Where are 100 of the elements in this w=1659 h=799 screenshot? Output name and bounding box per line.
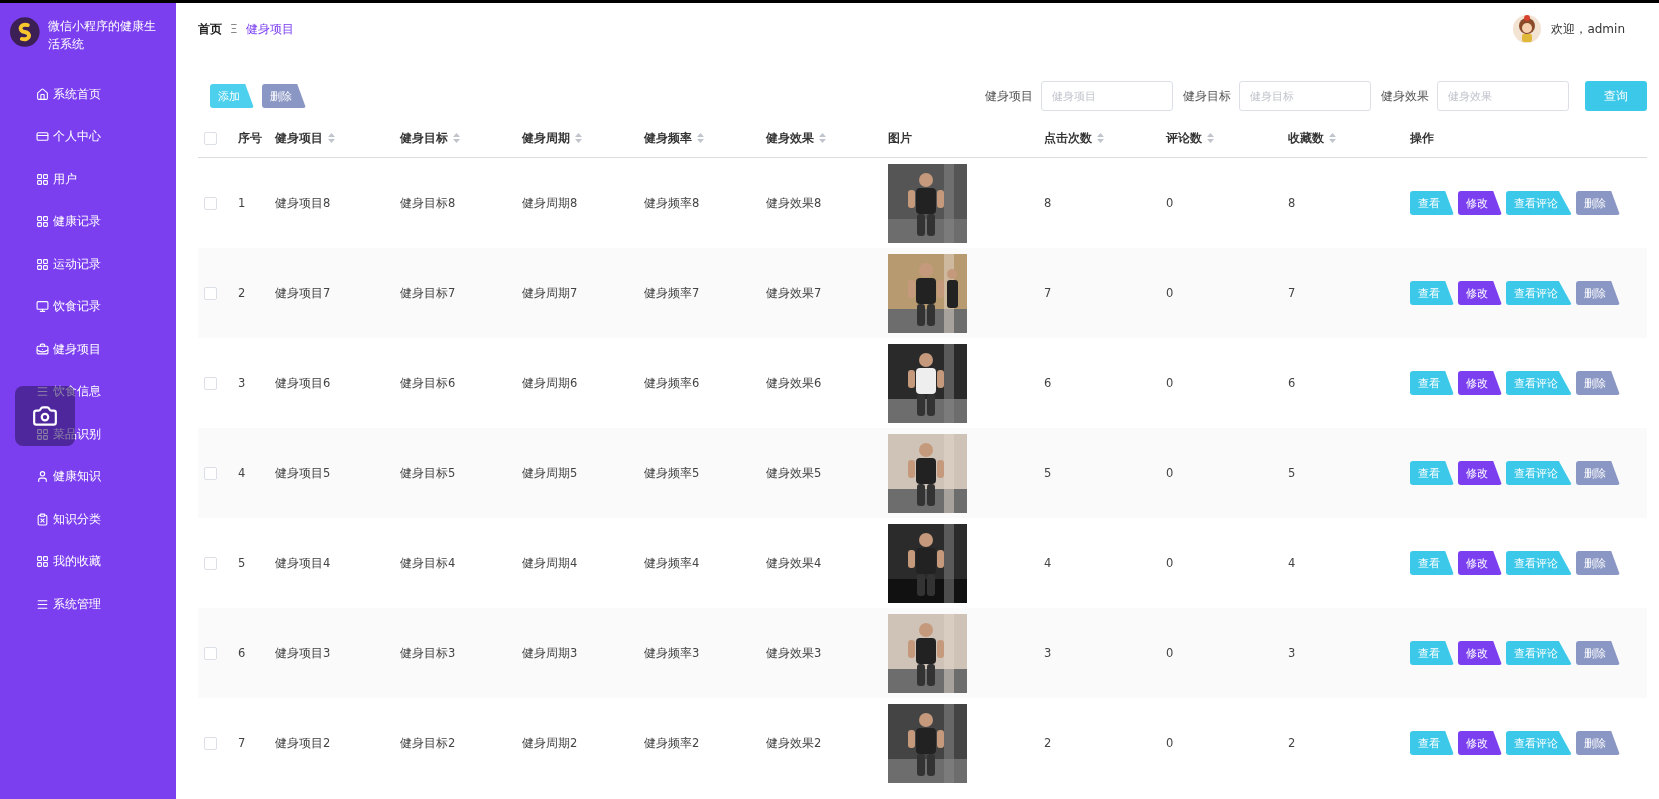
sidebar-item[interactable]: 健康知识 <box>0 455 176 498</box>
delete-button[interactable]: 删除 <box>1576 551 1620 575</box>
sidebar-item[interactable]: 用户 <box>0 158 176 201</box>
edit-button[interactable]: 修改 <box>1458 551 1502 575</box>
view-button[interactable]: 查看 <box>1410 281 1454 305</box>
sidebar-item[interactable]: 系统管理 <box>0 583 176 626</box>
table-cell: 健身周期4 <box>522 555 578 570</box>
delete-button[interactable]: 删除 <box>1576 281 1620 305</box>
table-cell: 健身项目8 <box>275 195 331 210</box>
view-button[interactable]: 查看评论 <box>1506 371 1572 395</box>
table-cell: 2 <box>1044 736 1052 750</box>
table-cell: 健身目标7 <box>400 285 456 300</box>
sidebar-item[interactable]: 饮食信息 <box>0 370 176 413</box>
view-button[interactable]: 查看 <box>1410 731 1454 755</box>
edit-button[interactable]: 修改 <box>1458 281 1502 305</box>
delete-button[interactable]: 删除 <box>262 84 306 108</box>
view-button[interactable]: 查看 <box>1410 461 1454 485</box>
delete-button[interactable]: 删除 <box>1576 641 1620 665</box>
table-cell: 健身目标4 <box>400 555 456 570</box>
sidebar-item[interactable]: 健康记录 <box>0 200 176 243</box>
edit-button[interactable]: 修改 <box>1458 731 1502 755</box>
sidebar-item[interactable]: 我的收藏 <box>0 540 176 583</box>
table-cell: 3 <box>1044 646 1052 660</box>
edit-button[interactable]: 修改 <box>1458 461 1502 485</box>
view-button[interactable]: 查看 <box>1410 641 1454 665</box>
table-cell: 8 <box>1288 196 1296 210</box>
table-cell: 健身效果4 <box>766 555 822 570</box>
table-cell: 4 <box>1288 556 1296 570</box>
table-cell: 7 <box>1044 286 1052 300</box>
grid-icon <box>36 427 49 441</box>
edit-button[interactable]: 修改 <box>1458 371 1502 395</box>
table-cell: 健身频率7 <box>644 285 700 300</box>
search-button[interactable]: 查询 <box>1585 81 1647 111</box>
table-cell: 健身频率3 <box>644 645 700 660</box>
view-button[interactable]: 查看评论 <box>1506 191 1572 215</box>
table-cell: 健身目标2 <box>400 735 456 750</box>
table-cell: 健身项目3 <box>275 645 331 660</box>
card-icon <box>36 130 49 144</box>
table-cell: 6 <box>238 646 246 660</box>
view-button[interactable]: 查看评论 <box>1506 641 1572 665</box>
row-checkbox[interactable] <box>204 196 217 210</box>
table-cell: 健身项目2 <box>275 735 331 750</box>
delete-button[interactable]: 删除 <box>1576 191 1620 215</box>
sidebar-item[interactable]: 饮食记录 <box>0 285 176 328</box>
sidebar-item[interactable]: 系统首页 <box>0 73 176 116</box>
grid-icon <box>36 215 49 229</box>
row-checkbox[interactable] <box>204 556 217 570</box>
breadcrumb-separator: Ξ <box>230 22 238 36</box>
add-button[interactable]: 添加 <box>210 84 254 108</box>
breadcrumb-link[interactable]: 首页 <box>198 20 222 38</box>
view-button[interactable]: 查看评论 <box>1506 551 1572 575</box>
select-all-checkbox[interactable] <box>204 131 217 145</box>
sidebar-item[interactable]: 运动记录 <box>0 243 176 286</box>
row-checkbox[interactable] <box>204 286 217 300</box>
view-button[interactable]: 查看评论 <box>1506 731 1572 755</box>
sidebar-item[interactable]: 健身项目 <box>0 328 176 371</box>
column-header: 健身周期 <box>522 130 570 146</box>
sidebar-item[interactable]: 个人中心 <box>0 115 176 158</box>
sort-icon[interactable] <box>819 133 826 143</box>
user-icon <box>36 470 49 484</box>
edit-button[interactable]: 修改 <box>1458 191 1502 215</box>
sidebar-item[interactable]: 知识分类 <box>0 498 176 541</box>
sort-icon[interactable] <box>575 133 582 143</box>
monitor-icon <box>36 300 49 314</box>
sort-icon[interactable] <box>1097 133 1104 143</box>
view-button[interactable]: 查看 <box>1410 551 1454 575</box>
view-button[interactable]: 查看评论 <box>1506 461 1572 485</box>
delete-button[interactable]: 删除 <box>1576 371 1620 395</box>
table-cell: 0 <box>1166 466 1174 480</box>
app-title: 微信小程序的健康生活系统 <box>47 18 157 53</box>
filter-label: 健身项目 <box>985 87 1033 105</box>
home-icon <box>36 87 49 101</box>
sort-icon[interactable] <box>328 133 335 143</box>
sort-icon[interactable] <box>697 133 704 143</box>
filter-field[interactable]: 健身效果 <box>1437 81 1569 111</box>
sort-icon[interactable] <box>1329 133 1336 143</box>
row-checkbox[interactable] <box>204 466 217 480</box>
delete-button[interactable]: 删除 <box>1576 461 1620 485</box>
table-cell: 5 <box>238 556 246 570</box>
table-cell: 健身频率6 <box>644 375 700 390</box>
view-button[interactable]: 查看 <box>1410 371 1454 395</box>
table-cell: 6 <box>1288 376 1296 390</box>
table-cell: 2 <box>1288 736 1296 750</box>
table-cell: 1 <box>238 196 246 210</box>
row-checkbox[interactable] <box>204 376 217 390</box>
view-button[interactable]: 查看评论 <box>1506 281 1572 305</box>
sort-icon[interactable] <box>1207 133 1214 143</box>
table-cell: 0 <box>1166 736 1174 750</box>
table-cell: 健身目标3 <box>400 645 456 660</box>
sort-icon[interactable] <box>453 133 460 143</box>
table-cell: 8 <box>1044 196 1052 210</box>
sidebar-item[interactable]: 菜品识别 <box>0 413 176 456</box>
row-checkbox[interactable] <box>204 646 217 660</box>
delete-button[interactable]: 删除 <box>1576 731 1620 755</box>
view-button[interactable]: 查看 <box>1410 191 1454 215</box>
table-cell: 7 <box>238 736 246 750</box>
table-cell: 健身频率8 <box>644 195 700 210</box>
edit-button[interactable]: 修改 <box>1458 641 1502 665</box>
row-checkbox[interactable] <box>204 736 217 750</box>
table-cell: 健身周期5 <box>522 465 578 480</box>
